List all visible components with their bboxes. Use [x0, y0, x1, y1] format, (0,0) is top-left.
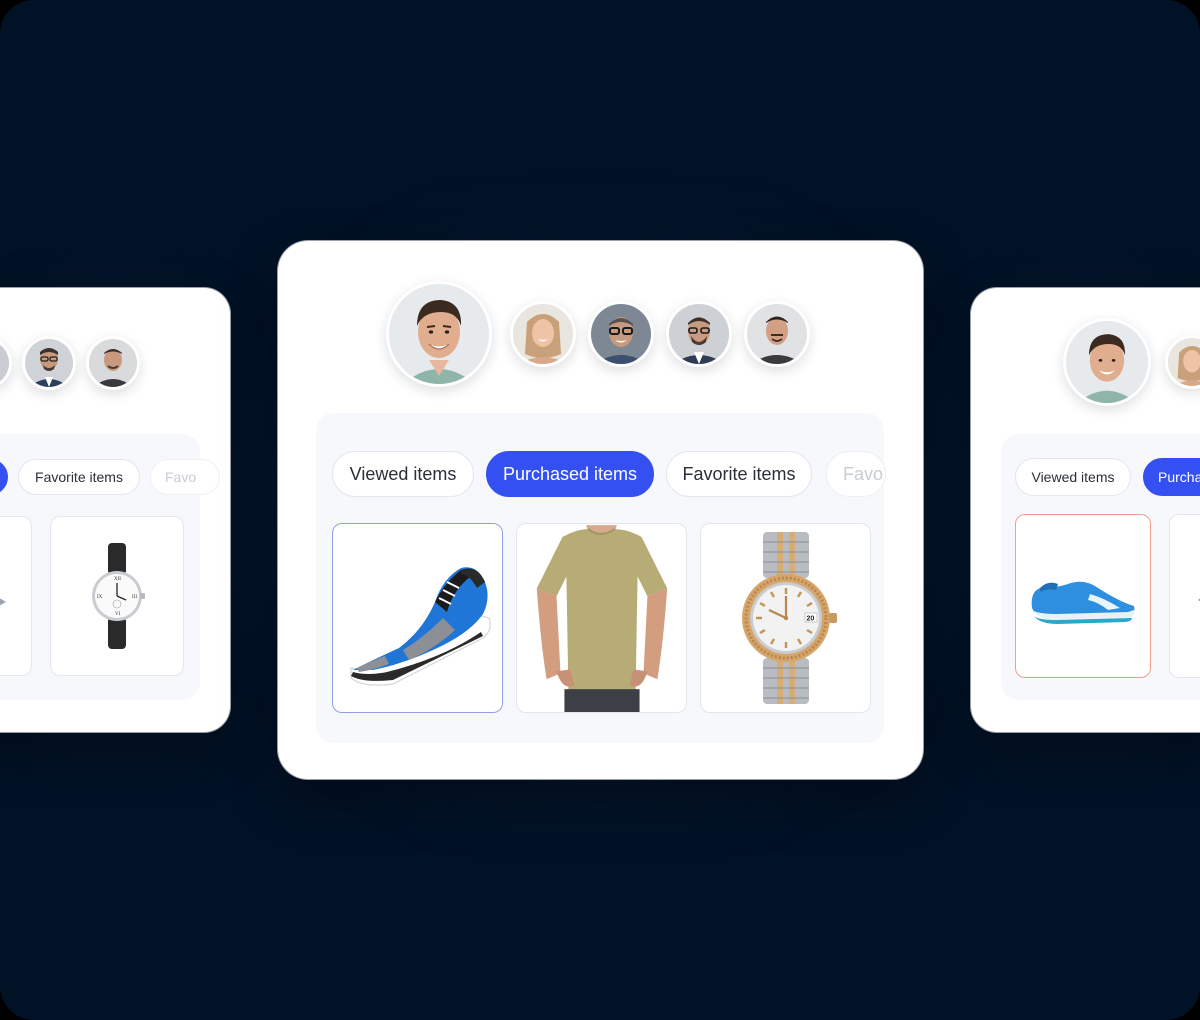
tab-favorite-items-2[interactable]: Favo	[150, 459, 220, 495]
left-product-grid: XII III VI IX	[0, 516, 184, 676]
tab-purchased-items[interactable]	[0, 459, 8, 495]
right-avatar-row	[1063, 318, 1200, 406]
main-content-panel: Viewed items Purchased items Favorite it…	[316, 413, 886, 743]
stage: Favorite items Favo XII III VI IX Viewed…	[0, 0, 1200, 1020]
tshirt-image	[536, 525, 668, 712]
avatar-active-user[interactable]	[386, 281, 492, 387]
tab-favorite-items[interactable]: Favorite items	[18, 459, 140, 495]
right-recommendation-card: Viewed items Purcha	[971, 288, 1200, 732]
product-card[interactable]	[0, 516, 32, 676]
main-avatar-row	[386, 281, 810, 387]
product-card-watch[interactable]: 20	[700, 523, 871, 713]
watch-date-window: 20	[806, 616, 814, 623]
product-card-sneaker[interactable]	[332, 523, 503, 713]
svg-text:III: III	[132, 595, 137, 600]
avatar[interactable]	[1165, 335, 1200, 389]
watch-image: 20	[741, 532, 837, 704]
avatar[interactable]	[510, 301, 576, 367]
main-product-grid: 20	[332, 523, 871, 713]
avatar[interactable]	[86, 336, 140, 390]
watch-image: XII III VI IX	[92, 543, 145, 649]
sneaker-image	[349, 567, 491, 686]
avatar[interactable]	[744, 301, 810, 367]
avatar[interactable]	[666, 301, 732, 367]
tab-purchased-items[interactable]: Purchased items	[486, 451, 654, 497]
tab-favorite-items-2[interactable]: Favo	[826, 451, 886, 497]
left-tab-bar: Favorite items Favo	[0, 459, 220, 495]
left-recommendation-card: Favorite items Favo XII III VI IX	[0, 288, 230, 732]
product-card-watch[interactable]: XII III VI IX	[50, 516, 184, 676]
tab-purchased-items[interactable]: Purcha	[1143, 458, 1200, 496]
tab-viewed-items[interactable]: Viewed items	[1015, 458, 1131, 496]
product-card-running-shoe[interactable]	[1015, 514, 1151, 678]
main-tab-bar: Viewed items Purchased items Favorite it…	[332, 451, 886, 497]
avatar[interactable]	[0, 337, 12, 389]
tab-favorite-items[interactable]: Favorite items	[666, 451, 812, 497]
left-content-panel: Favorite items Favo XII III VI IX	[0, 434, 220, 700]
right-tab-bar: Viewed items Purcha	[1015, 458, 1200, 496]
svg-text:VI: VI	[115, 612, 121, 617]
product-card-tshirt[interactable]	[516, 523, 687, 713]
running-shoe-image	[1031, 581, 1135, 624]
svg-text:IX: IX	[97, 595, 103, 600]
avatar[interactable]	[22, 336, 76, 390]
product-card[interactable]	[1169, 514, 1200, 678]
left-avatar-row	[0, 336, 140, 390]
svg-text:XII: XII	[114, 577, 121, 582]
right-product-grid	[1015, 514, 1200, 678]
avatar-active-user[interactable]	[1063, 318, 1151, 406]
tab-viewed-items[interactable]: Viewed items	[332, 451, 474, 497]
main-recommendation-card: Viewed items Purchased items Favorite it…	[278, 241, 923, 779]
right-content-panel: Viewed items Purcha	[1001, 434, 1200, 700]
avatar[interactable]	[588, 301, 654, 367]
